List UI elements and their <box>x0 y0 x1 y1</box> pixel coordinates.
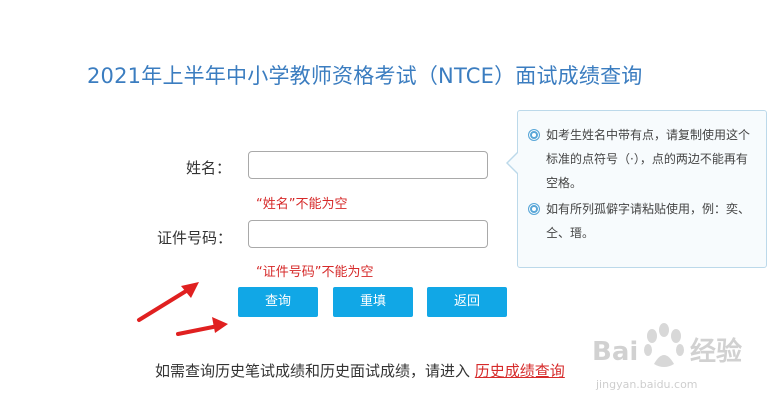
svg-text:jingyan.baidu.com: jingyan.baidu.com <box>595 378 698 391</box>
history-scores-link[interactable]: 历史成绩查询 <box>475 362 565 380</box>
id-number-input[interactable] <box>248 220 488 248</box>
tip-text: 如有所列孤僻字请粘贴使用，例：奕、仝、瑨。 <box>546 202 751 240</box>
tip-text: 如考生姓名中带有点，请复制使用这个标准的点符号（·），点的两边不能再有空格。 <box>546 128 751 190</box>
radio-bullet-icon <box>528 203 540 215</box>
back-button[interactable]: 返回 <box>427 287 507 317</box>
footer-text: 如需查询历史笔试成绩和历史面试成绩，请进入 <box>155 362 471 380</box>
history-footer: 如需查询历史笔试成绩和历史面试成绩，请进入 历史成绩查询 <box>155 360 565 381</box>
baidu-jingyan-watermark-icon: Bai 经验 jingyan.baidu.com <box>592 323 742 391</box>
query-button[interactable]: 查询 <box>238 287 318 317</box>
name-input[interactable] <box>248 151 488 179</box>
radio-bullet-icon <box>528 129 540 141</box>
id-number-error: “证件号码”不能为空 <box>256 265 374 280</box>
name-label: 姓名： <box>186 159 232 177</box>
tip-item: 如考生姓名中带有点，请复制使用这个标准的点符号（·），点的两边不能再有空格。 <box>528 123 756 195</box>
name-error: “姓名”不能为空 <box>256 197 348 212</box>
tips-panel: 如考生姓名中带有点，请复制使用这个标准的点符号（·），点的两边不能再有空格。 如… <box>506 110 767 268</box>
annotation-arrow-icon <box>176 317 228 336</box>
page-title: 2021年上半年中小学教师资格考试（NTCE）面试成绩查询 <box>87 64 643 88</box>
id-number-label: 证件号码： <box>157 229 233 247</box>
svg-text:经验: 经验 <box>690 336 742 367</box>
svg-text:Bai: Bai <box>592 337 638 367</box>
tip-item: 如有所列孤僻字请粘贴使用，例：奕、仝、瑨。 <box>528 197 756 245</box>
reset-button[interactable]: 重填 <box>333 287 413 317</box>
